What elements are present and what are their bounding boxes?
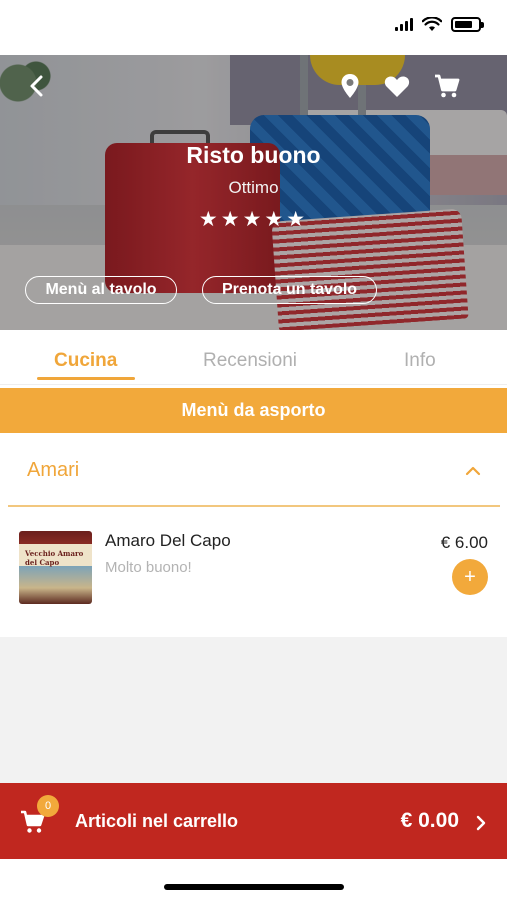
signal-icon xyxy=(395,18,413,31)
heart-icon[interactable] xyxy=(382,71,412,101)
category-title: Amari xyxy=(27,459,80,481)
status-icons xyxy=(395,17,484,32)
restaurant-hero: Risto buono Ottimo ★★★★★ Menù al tavolo … xyxy=(0,55,507,330)
chevron-up-icon[interactable] xyxy=(465,463,481,479)
product-image: Vecchio Amaro del Capo xyxy=(19,531,92,604)
cart-count-badge: 0 xyxy=(37,795,59,817)
empty-area xyxy=(0,637,507,783)
star-rating: ★★★★★ xyxy=(198,208,309,231)
back-icon[interactable] xyxy=(24,73,50,99)
cart-bar[interactable]: 0 Articoli nel carrello € 0.00 xyxy=(0,783,507,859)
item-name: Amaro Del Capo xyxy=(105,531,231,550)
cart-total: € 0.00 xyxy=(400,809,459,832)
cart-icon[interactable] xyxy=(432,71,462,101)
add-to-cart-button[interactable]: + xyxy=(452,559,488,595)
chevron-right-icon xyxy=(476,815,486,831)
battery-icon xyxy=(451,17,484,32)
wifi-icon xyxy=(422,17,442,31)
restaurant-name: Risto buono xyxy=(186,142,321,168)
active-tab-indicator xyxy=(37,377,135,380)
category-header-amari[interactable]: Amari xyxy=(0,433,507,507)
item-description: Molto buono! xyxy=(105,559,192,576)
tab-cucina[interactable]: Cucina xyxy=(54,350,117,372)
hero-toolbar xyxy=(0,55,507,115)
tab-recensioni[interactable]: Recensioni xyxy=(203,350,297,372)
plus-icon: + xyxy=(464,566,476,588)
restaurant-subtitle: Ottimo xyxy=(228,178,279,197)
menu-table-button[interactable]: Menù al tavolo xyxy=(25,276,177,304)
tab-bar: Cucina Recensioni Info xyxy=(0,336,507,384)
location-pin-icon[interactable] xyxy=(335,71,365,101)
book-table-button[interactable]: Prenota un tavolo xyxy=(202,276,377,304)
item-price: € 6.00 xyxy=(440,533,488,552)
menu-type-banner: Menù da asporto xyxy=(0,388,507,433)
home-indicator[interactable] xyxy=(164,884,344,890)
status-bar xyxy=(0,0,507,55)
cart-label: Articoli nel carrello xyxy=(75,811,239,831)
menu-item: Vecchio Amaro del Capo Amaro Del Capo Mo… xyxy=(0,507,507,637)
tab-info[interactable]: Info xyxy=(404,350,436,372)
